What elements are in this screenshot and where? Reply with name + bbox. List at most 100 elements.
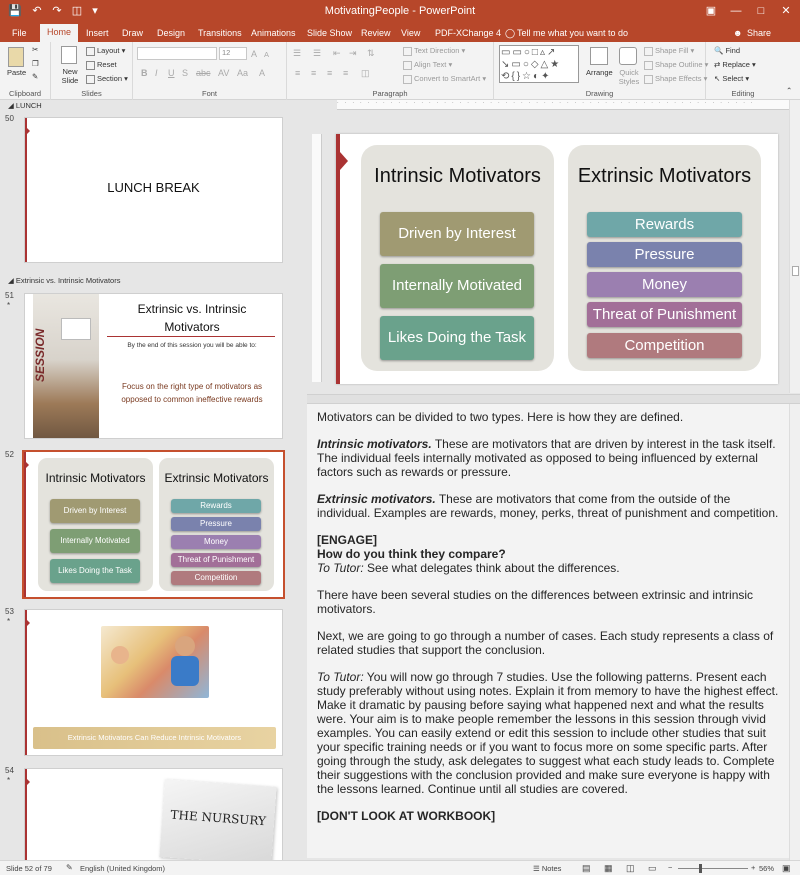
quick-styles-button[interactable]: Quick Styles	[616, 68, 642, 86]
minimize-icon[interactable]: —	[725, 2, 747, 20]
thumb-slide-50[interactable]: LUNCH BREAK	[24, 117, 283, 263]
shape-effects-button[interactable]: Shape Effects ▾	[644, 74, 707, 84]
notes-pane[interactable]: Motivators can be divided to two types. …	[307, 404, 789, 858]
underline-icon[interactable]: U	[168, 68, 175, 78]
tab-review[interactable]: Review	[361, 26, 391, 42]
font-color-icon[interactable]: A	[259, 68, 265, 78]
tell-me-box[interactable]: Tell me what you want to do	[517, 26, 628, 42]
slideshow-icon[interactable]: ▭	[648, 863, 657, 874]
tab-draw[interactable]: Draw	[122, 26, 143, 42]
shrink-font-icon[interactable]: A	[264, 50, 269, 59]
arrange-icon[interactable]	[590, 47, 608, 65]
intrinsic-item[interactable]: Driven by Interest	[380, 212, 534, 256]
new-slide-button[interactable]: New Slide	[60, 67, 80, 85]
copy-icon[interactable]: ❐	[32, 59, 39, 68]
intrinsic-item[interactable]: Internally Motivated	[380, 264, 534, 308]
tab-transitions[interactable]: Transitions	[198, 26, 242, 42]
zoom-in-icon[interactable]: +	[751, 863, 755, 872]
collapse-ribbon-icon[interactable]: ⌃	[786, 86, 792, 95]
thumb-slide-54[interactable]: THE NURSURY	[24, 768, 283, 860]
extrinsic-item[interactable]: Competition	[587, 333, 742, 358]
paste-icon[interactable]	[8, 47, 24, 67]
align-right-icon[interactable]: ≡	[327, 68, 332, 78]
shape-fill-button[interactable]: Shape Fill ▾	[644, 46, 694, 56]
tab-pdf-xchange[interactable]: PDF-XChange 4	[435, 26, 501, 42]
thumb-slide-53[interactable]: Extrinsic Motivators Can Reduce Intrinsi…	[24, 609, 283, 756]
text-direction-button[interactable]: Text Direction ▾	[403, 46, 465, 56]
tab-view[interactable]: View	[401, 26, 420, 42]
tab-design[interactable]: Design	[157, 26, 185, 42]
slide-sorter-icon[interactable]: ▦	[604, 863, 613, 874]
fit-slide-icon[interactable]: ▣	[782, 863, 791, 874]
quick-styles-icon[interactable]	[619, 47, 637, 65]
tab-animations[interactable]: Animations	[251, 26, 296, 42]
section-button[interactable]: Section ▾	[86, 74, 128, 84]
italic-icon[interactable]: I	[155, 68, 158, 78]
bullets-icon[interactable]: ☰	[293, 48, 301, 59]
select-button[interactable]: ↖ Select ▾	[714, 74, 749, 83]
layout-button[interactable]: Layout ▾	[86, 46, 125, 56]
share-button[interactable]: Share	[747, 26, 771, 42]
extrinsic-title[interactable]: Extrinsic Motivators	[568, 165, 761, 188]
close-icon[interactable]: ✕	[775, 2, 797, 20]
spacing-icon[interactable]: AV	[218, 68, 229, 78]
slide-scrollbar[interactable]	[789, 100, 800, 393]
font-size-input[interactable]: 12	[219, 47, 247, 60]
normal-view-icon[interactable]: ▤	[582, 863, 591, 874]
decrease-indent-icon[interactable]: ⇤	[333, 48, 341, 59]
current-slide[interactable]: Intrinsic Motivators Driven by Interest …	[336, 134, 778, 384]
line-spacing-icon[interactable]: ⇅	[367, 48, 375, 59]
convert-smartart-button[interactable]: Convert to SmartArt ▾	[403, 74, 486, 84]
format-painter-icon[interactable]: ✎	[32, 72, 38, 81]
paste-button[interactable]: Paste	[7, 68, 26, 77]
case-icon[interactable]: Aa	[237, 68, 248, 78]
zoom-out-icon[interactable]: −	[668, 863, 672, 872]
strikethrough-icon[interactable]: abc	[196, 68, 211, 78]
intrinsic-item[interactable]: Likes Doing the Task	[380, 316, 534, 360]
new-slide-icon[interactable]	[61, 46, 77, 64]
tab-home[interactable]: Home	[40, 24, 79, 42]
zoom-slider-thumb[interactable]	[699, 864, 702, 873]
notes-toggle[interactable]: ☰ Notes	[533, 864, 561, 873]
slide-scrollbar-thumb[interactable]	[792, 266, 799, 276]
tab-file[interactable]: File	[12, 26, 27, 42]
reset-button[interactable]: Reset	[86, 60, 117, 70]
extrinsic-item[interactable]: Rewards	[587, 212, 742, 237]
columns-icon[interactable]: ◫	[361, 68, 370, 79]
extrinsic-item[interactable]: Pressure	[587, 242, 742, 267]
grow-font-icon[interactable]: A	[251, 49, 257, 59]
align-center-icon[interactable]: ≡	[311, 68, 316, 78]
thumb-slide-52-selected[interactable]: Intrinsic Motivators Driven by Interest …	[22, 450, 285, 599]
reading-view-icon[interactable]: ◫	[626, 863, 635, 874]
increase-indent-icon[interactable]: ⇥	[349, 48, 357, 59]
shape-outline-button[interactable]: Shape Outline ▾	[644, 60, 708, 70]
thumb-slide-51[interactable]: SESSION Extrinsic vs. Intrinsic Motivator…	[24, 293, 283, 439]
notes-splitter[interactable]	[307, 394, 800, 404]
numbering-icon[interactable]: ☰	[313, 48, 321, 59]
notes-scrollbar[interactable]	[789, 404, 800, 860]
shapes-gallery[interactable]: ▭▭○□▵↗ ↘▭○◇△★ ⟲{}☆◐✦	[499, 45, 579, 83]
tab-slide-show[interactable]: Slide Show	[307, 26, 352, 42]
font-name-input[interactable]	[137, 47, 217, 60]
align-text-button[interactable]: Align Text ▾	[403, 60, 452, 70]
cut-icon[interactable]: ✂	[32, 45, 38, 54]
shadow-icon[interactable]: S	[182, 68, 188, 78]
justify-icon[interactable]: ≡	[343, 68, 348, 78]
bold-icon[interactable]: B	[141, 68, 148, 78]
find-button[interactable]: 🔍 Find	[714, 46, 740, 55]
extrinsic-item[interactable]: Money	[587, 272, 742, 297]
language-status[interactable]: English (United Kingdom)	[80, 864, 165, 873]
intrinsic-title[interactable]: Intrinsic Motivators	[361, 165, 554, 188]
section-extrinsic[interactable]: ◢ Extrinsic vs. Intrinsic Motivators	[8, 276, 120, 285]
ribbon-options-icon[interactable]: ▣	[700, 2, 722, 20]
align-left-icon[interactable]: ≡	[295, 68, 300, 78]
tab-insert[interactable]: Insert	[86, 26, 109, 42]
section-lunch[interactable]: ◢ LUNCH	[8, 101, 42, 110]
replace-button[interactable]: ⇄ Replace ▾	[714, 60, 756, 69]
zoom-slider[interactable]	[678, 864, 748, 873]
extrinsic-item[interactable]: Threat of Punishment	[587, 302, 742, 327]
arrange-button[interactable]: Arrange	[586, 68, 613, 77]
zoom-level[interactable]: 56%	[759, 864, 774, 873]
spellcheck-icon[interactable]: ✎	[66, 863, 73, 872]
maximize-icon[interactable]: □	[750, 2, 772, 20]
